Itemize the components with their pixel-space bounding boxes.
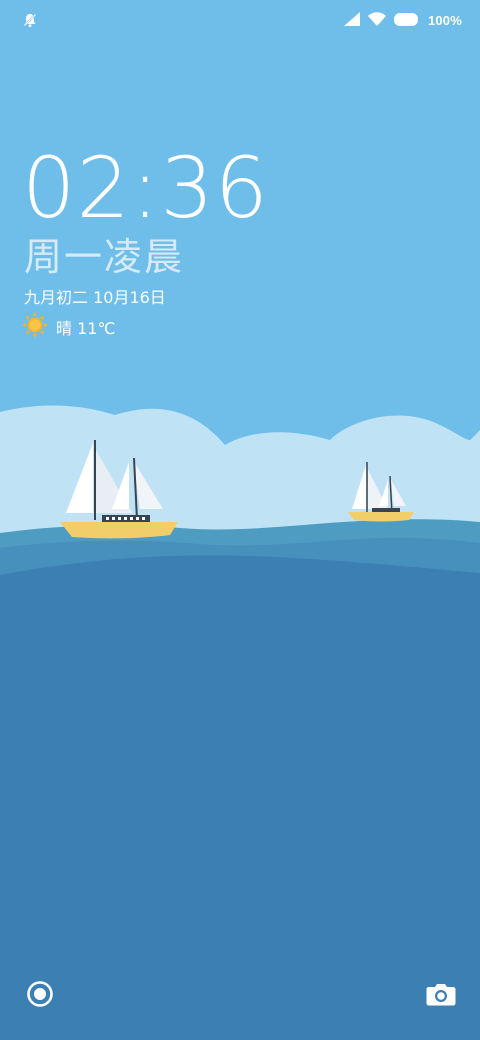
sun-icon [22, 312, 48, 342]
camera-icon [426, 981, 456, 1011]
voice-assistant-button[interactable] [23, 979, 57, 1013]
battery-percentage: 100% [427, 12, 462, 28]
voice-assistant-icon [26, 980, 54, 1012]
status-bar: 100% [0, 0, 480, 40]
weather-text: 晴 11℃ [56, 319, 116, 338]
lockscreen-date: 九月初二 10月16日 [24, 288, 166, 307]
battery-icon [393, 11, 420, 30]
lockscreen-day-period: 周一凌晨 [24, 235, 185, 279]
cell-signal-icon [343, 11, 360, 30]
camera-button[interactable] [424, 979, 458, 1013]
weather-widget: 晴 11℃ [22, 312, 116, 342]
sea-near [0, 555, 480, 1040]
lockscreen-clock: 02:36 [22, 139, 270, 237]
lock-screen: 100% 02:36 周一凌晨 九月初二 10月16日 晴 11℃ [0, 0, 480, 1040]
status-icons: 100% [343, 11, 462, 30]
wifi-icon [367, 11, 386, 30]
notification-bell-muted-icon [22, 12, 38, 28]
